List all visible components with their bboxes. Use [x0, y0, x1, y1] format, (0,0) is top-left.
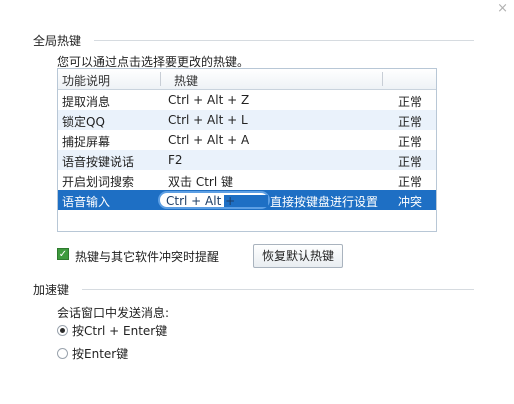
table-row[interactable]: 锁定QQ Ctrl + Alt + L 正常 [58, 110, 436, 130]
row-instruction: 直接按键盘进行设置 [270, 195, 379, 209]
close-icon[interactable]: × [497, 2, 508, 16]
radio-ctrl-enter[interactable] [57, 325, 68, 336]
radio-dot [60, 328, 65, 333]
hotkey-editor-value: Ctrl + Alt + [166, 194, 236, 208]
row-status-conflict: 冲突 [398, 195, 423, 209]
column-separator[interactable] [160, 72, 161, 86]
conflict-reminder-checkbox[interactable]: ✓ [57, 248, 69, 260]
row-hotkey: 双击 Ctrl 键 [168, 175, 233, 189]
column-header-hotkey: 热键 [174, 74, 199, 88]
hotkey-table: 功能说明 热键 提取消息 Ctrl + Alt + Z 正常 锁定QQ Ctrl… [57, 68, 437, 232]
conflict-reminder-label[interactable]: 热键与其它软件冲突时提醒 [75, 248, 219, 265]
row-status: 正常 [398, 95, 423, 109]
radio-enter[interactable] [57, 348, 68, 359]
restore-default-hotkeys-button[interactable]: 恢复默认热键 [253, 244, 343, 268]
table-header: 功能说明 热键 [58, 69, 436, 90]
section-divider [94, 40, 474, 41]
radio-enter-label[interactable]: 按Enter键 [72, 345, 128, 362]
radio-ctrl-enter-label[interactable]: 按Ctrl + Enter键 [72, 322, 167, 339]
row-function: 语音输入 [62, 195, 111, 209]
row-status: 正常 [398, 115, 423, 129]
section-divider [82, 289, 474, 290]
table-row-selected[interactable]: 语音输入 Ctrl + Alt + 直接按键盘进行设置 冲突 [58, 190, 436, 210]
row-hotkey: Ctrl + Alt + Z [168, 93, 250, 107]
table-row[interactable]: 开启划词搜索 双击 Ctrl 键 正常 [58, 170, 436, 190]
column-separator[interactable] [382, 72, 383, 86]
row-hotkey: F2 [168, 153, 183, 167]
row-function: 开启划词搜索 [62, 175, 135, 189]
row-function: 语音按键说话 [62, 155, 135, 169]
row-function: 提取消息 [62, 95, 111, 109]
hotkey-editor-input[interactable]: Ctrl + Alt + [158, 191, 270, 209]
row-status: 正常 [398, 135, 423, 149]
table-row[interactable]: 捕捉屏幕 Ctrl + Alt + A 正常 [58, 130, 436, 150]
section-title-accelerator: 加速键 [33, 283, 70, 297]
table-row[interactable]: 提取消息 Ctrl + Alt + Z 正常 [58, 90, 436, 110]
row-function: 锁定QQ [62, 115, 105, 129]
row-status: 正常 [398, 155, 423, 169]
section-title-global-hotkeys: 全局热键 [33, 34, 82, 48]
table-row[interactable]: 语音按键说话 F2 正常 [58, 150, 436, 170]
row-status: 正常 [398, 175, 423, 189]
row-hotkey: Ctrl + Alt + A [168, 133, 250, 147]
send-message-subtitle: 会话窗口中发送消息: [57, 306, 170, 320]
row-hotkey: Ctrl + Alt + L [168, 113, 248, 127]
column-header-function: 功能说明 [62, 74, 111, 88]
row-function: 捕捉屏幕 [62, 135, 111, 149]
